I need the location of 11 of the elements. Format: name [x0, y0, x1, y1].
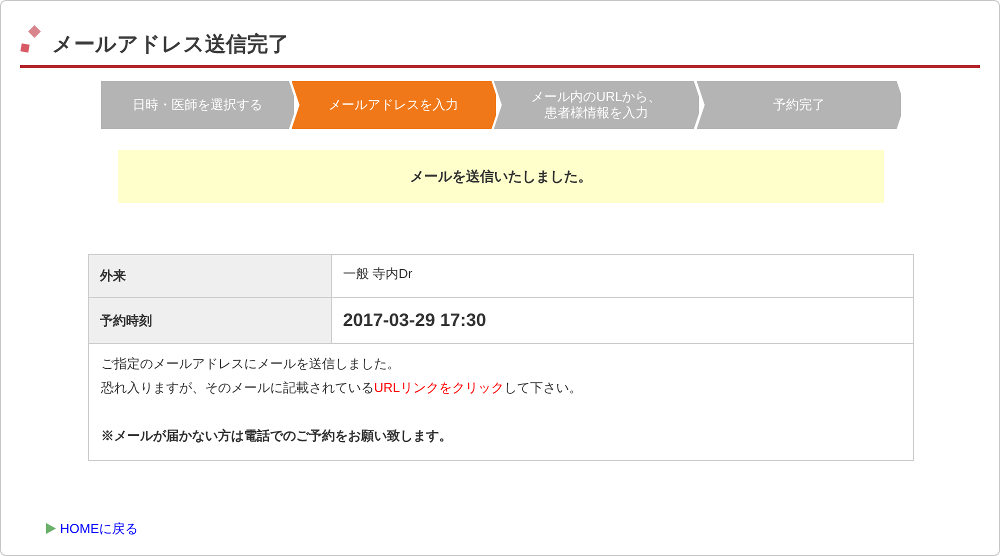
home-link[interactable]: HOMEに戻る [60, 519, 138, 538]
row-value: 一般 寺内Dr [342, 265, 414, 284]
page-title: メールアドレス送信完了 [52, 34, 289, 55]
warning-text: ※メールが届かない方は電話でのご予約をお願い致します。 [101, 427, 453, 445]
row-label: 外来 [89, 255, 332, 297]
play-icon [46, 523, 56, 534]
message-text: ご指定のメールアドレスにメールを送信しました。 [101, 355, 401, 373]
row-value: 2017-03-29 17:30 [342, 309, 488, 332]
message-text: 恐れ入りますが、そのメールに記載されているURLリンクをクリック して下さい。 [101, 379, 584, 397]
notice-banner: メールを送信いたしました。 [118, 150, 884, 203]
row-label: 予約時刻 [89, 298, 332, 343]
